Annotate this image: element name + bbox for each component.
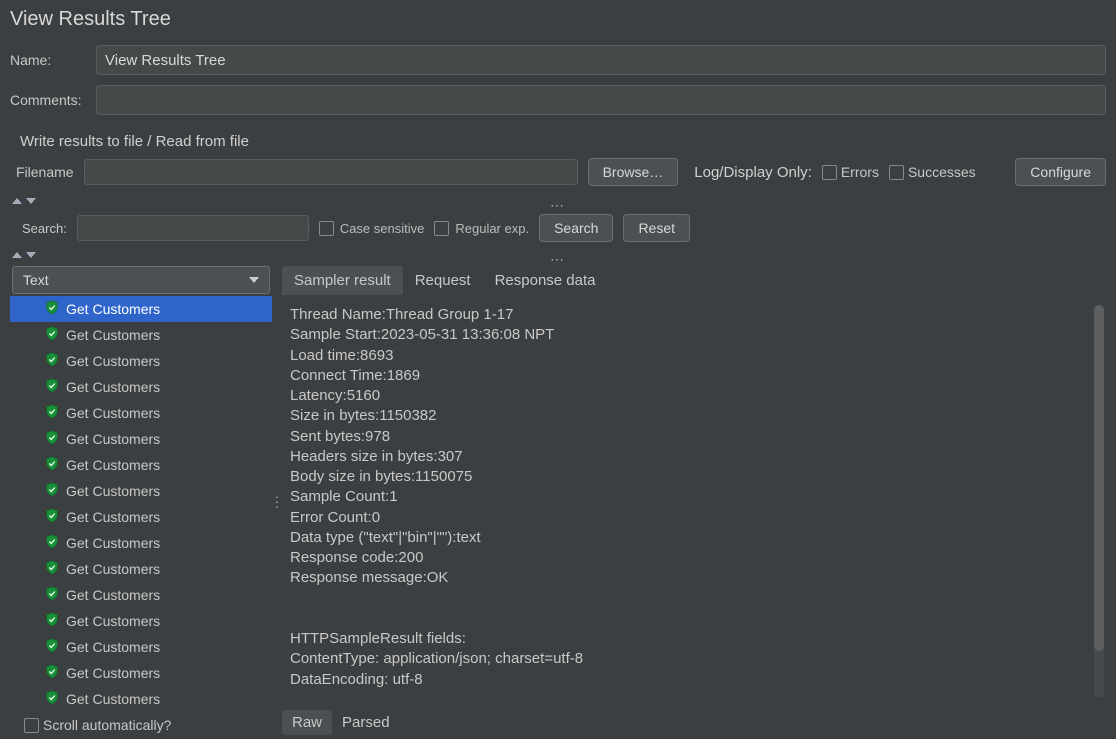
shield-success-icon [44, 455, 60, 475]
comments-input[interactable] [96, 85, 1106, 115]
successes-label: Successes [908, 164, 976, 180]
shield-success-icon [44, 611, 60, 631]
search-label: Search: [22, 221, 67, 236]
shield-success-icon [44, 325, 60, 345]
view-type-value: Text [23, 272, 49, 288]
case-sensitive-label: Case sensitive [340, 221, 425, 236]
tree-item[interactable]: Get Customers [10, 400, 272, 426]
checkbox-icon [434, 221, 449, 236]
browse-button[interactable]: Browse… [588, 158, 679, 186]
tree-item[interactable]: Get Customers [10, 348, 272, 374]
tree-item[interactable]: Get Customers [10, 452, 272, 478]
tree-item-label: Get Customers [66, 431, 160, 447]
filename-label: Filename [16, 164, 74, 180]
checkbox-icon [319, 221, 334, 236]
tree-item[interactable]: Get Customers [10, 686, 272, 712]
tab-request[interactable]: Request [403, 266, 483, 295]
tree-item-label: Get Customers [66, 353, 160, 369]
search-button[interactable]: Search [539, 214, 613, 242]
tree-item[interactable]: Get Customers [10, 556, 272, 582]
scroll-auto-label: Scroll automatically? [43, 717, 171, 733]
tree-item[interactable]: Get Customers [10, 608, 272, 634]
regex-checkbox[interactable]: Regular exp. [434, 221, 529, 236]
horizontal-splitter-2[interactable]: ⋯ [10, 250, 1106, 262]
tree-item-label: Get Customers [66, 483, 160, 499]
shield-success-icon [44, 429, 60, 449]
tree-item-label: Get Customers [66, 691, 160, 707]
tree-item[interactable]: Get Customers [10, 504, 272, 530]
configure-button[interactable]: Configure [1015, 158, 1106, 186]
tree-item-label: Get Customers [66, 509, 160, 525]
scrollbar[interactable] [1094, 305, 1104, 698]
shield-success-icon [44, 585, 60, 605]
tree-item[interactable]: Get Customers [10, 374, 272, 400]
tree-item-label: Get Customers [66, 405, 160, 421]
shield-success-icon [44, 533, 60, 553]
errors-checkbox[interactable]: Errors [822, 164, 879, 180]
reset-button[interactable]: Reset [623, 214, 690, 242]
tree-item[interactable]: Get Customers [10, 296, 272, 322]
sampler-text: Thread Name:Thread Group 1-17 Sample Sta… [290, 305, 1098, 690]
name-label: Name: [10, 52, 96, 68]
shield-success-icon [44, 663, 60, 683]
tree-item-label: Get Customers [66, 587, 160, 603]
checkbox-icon [822, 165, 837, 180]
tree-item-label: Get Customers [66, 327, 160, 343]
tree-item-label: Get Customers [66, 613, 160, 629]
sampler-result-body: Thread Name:Thread Group 1-17 Sample Sta… [282, 295, 1106, 708]
name-input[interactable] [96, 45, 1106, 75]
shield-success-icon [44, 377, 60, 397]
tree-item-label: Get Customers [66, 665, 160, 681]
checkbox-icon [889, 165, 904, 180]
shield-success-icon [44, 299, 60, 319]
case-sensitive-checkbox[interactable]: Case sensitive [319, 221, 425, 236]
search-input[interactable] [77, 215, 309, 241]
shield-success-icon [44, 559, 60, 579]
tab-response-data[interactable]: Response data [483, 266, 608, 295]
filename-input[interactable] [84, 159, 578, 185]
logdisplay-label: Log/Display Only: [694, 164, 812, 181]
successes-checkbox[interactable]: Successes [889, 164, 976, 180]
horizontal-splitter[interactable]: ⋯ [10, 196, 1106, 208]
errors-label: Errors [841, 164, 879, 180]
page-title: View Results Tree [10, 8, 1106, 31]
bottom-tab-raw[interactable]: Raw [282, 710, 332, 735]
shield-success-icon [44, 481, 60, 501]
file-section-title: Write results to file / Read from file [20, 133, 1106, 150]
regex-label: Regular exp. [455, 221, 529, 236]
scroll-auto-checkbox[interactable]: Scroll automatically? [24, 717, 171, 733]
shield-success-icon [44, 351, 60, 371]
shield-success-icon [44, 689, 60, 709]
comments-label: Comments: [10, 92, 96, 108]
tree-item-label: Get Customers [66, 379, 160, 395]
tree-item[interactable]: Get Customers [10, 530, 272, 556]
view-type-select[interactable]: Text [12, 266, 270, 294]
tree-item-label: Get Customers [66, 457, 160, 473]
chevron-down-icon [249, 277, 259, 283]
shield-success-icon [44, 637, 60, 657]
vertical-splitter[interactable]: ··· [272, 264, 282, 739]
bottom-tab-parsed[interactable]: Parsed [332, 710, 400, 735]
tree-item[interactable]: Get Customers [10, 660, 272, 686]
tree-item[interactable]: Get Customers [10, 582, 272, 608]
tree-item[interactable]: Get Customers [10, 322, 272, 348]
tree-item-label: Get Customers [66, 639, 160, 655]
tab-sampler-result[interactable]: Sampler result [282, 266, 403, 295]
tree-item-label: Get Customers [66, 561, 160, 577]
tree-item[interactable]: Get Customers [10, 426, 272, 452]
results-tree[interactable]: Get Customers Get Customers Get Customer… [10, 296, 272, 713]
tree-item-label: Get Customers [66, 535, 160, 551]
tree-item[interactable]: Get Customers [10, 478, 272, 504]
shield-success-icon [44, 507, 60, 527]
tree-item-label: Get Customers [66, 301, 160, 317]
shield-success-icon [44, 403, 60, 423]
checkbox-icon [24, 718, 39, 733]
tree-item[interactable]: Get Customers [10, 634, 272, 660]
